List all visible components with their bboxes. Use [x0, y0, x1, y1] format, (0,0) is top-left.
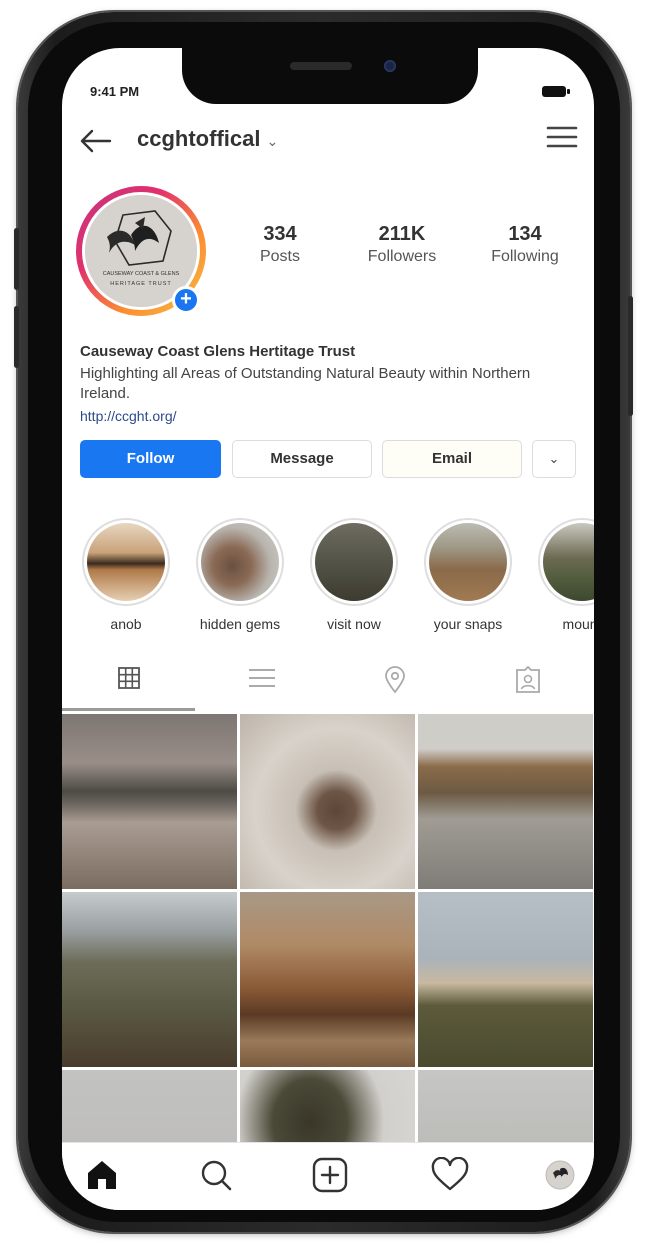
stat-following[interactable]: 134 Following [475, 223, 575, 266]
posts-count: 334 [263, 223, 297, 245]
followers-label: Followers [367, 248, 437, 265]
highlight-thumbnail [315, 523, 393, 601]
highlight-label: your snaps [433, 616, 503, 632]
list-icon [248, 669, 275, 687]
photo-grid [62, 714, 594, 1144]
suggested-dropdown-button[interactable]: ⌄ [532, 440, 576, 478]
phone-screen: 9:41 PM ccghtoffical ⌄ CAUSEWAY COAST & G… [62, 48, 594, 1210]
battery-icon [542, 86, 570, 97]
tagged-icon [515, 666, 540, 693]
highlight-visit-now[interactable]: visit now [306, 518, 402, 632]
back-arrow-icon[interactable] [78, 128, 112, 154]
heart-icon[interactable] [430, 1157, 470, 1193]
highlight-label: anob [110, 616, 142, 632]
grid-post[interactable] [240, 714, 415, 889]
highlight-ring [424, 518, 512, 606]
hamburger-menu-icon[interactable] [546, 124, 578, 150]
speaker [290, 62, 352, 70]
following-count: 134 [508, 223, 542, 245]
power-button [628, 296, 633, 416]
volume-up-button [14, 228, 19, 290]
chevron-down-icon: ⌄ [266, 133, 279, 149]
logo-text-1: CAUSEWAY COAST & GLENS [103, 271, 180, 277]
stat-followers[interactable]: 211K Followers [352, 223, 452, 266]
highlight-ring [310, 518, 398, 606]
highlight-ring [538, 518, 594, 606]
profile-website-link[interactable]: http://ccght.org/ [80, 408, 177, 424]
highlight-label: visit now [327, 616, 381, 632]
grid-post[interactable] [62, 892, 237, 1067]
new-post-icon[interactable] [310, 1157, 350, 1193]
grid-post[interactable] [240, 892, 415, 1067]
highlight-ring [82, 518, 170, 606]
highlight-label: mount [562, 616, 594, 632]
profile-username[interactable]: ccghtoffical ⌄ [137, 126, 278, 152]
grid-post[interactable] [418, 1070, 593, 1144]
highlight-thumbnail [87, 523, 165, 601]
highlight-ring [196, 518, 284, 606]
search-icon[interactable] [196, 1157, 236, 1193]
tab-tagged[interactable] [461, 648, 594, 712]
profile-tabs [62, 648, 594, 712]
grid-icon [117, 667, 140, 689]
tab-location[interactable] [328, 648, 461, 712]
grid-post[interactable] [418, 714, 593, 889]
following-label: Following [491, 248, 559, 265]
grid-post[interactable] [240, 1070, 415, 1144]
tab-grid[interactable] [62, 648, 195, 712]
profile-avatar-icon[interactable] [540, 1157, 580, 1193]
email-button[interactable]: Email [382, 440, 522, 478]
highlight-thumbnail [429, 523, 507, 601]
notch [182, 48, 478, 104]
stat-posts[interactable]: 334 Posts [230, 223, 330, 266]
highlight-thumbnail [201, 523, 279, 601]
profile-display-name: Causeway Coast Glens Hertitage Trust [80, 343, 356, 360]
location-pin-icon [384, 666, 405, 694]
active-tab-indicator [62, 708, 195, 711]
posts-label: Posts [259, 248, 300, 265]
profile-bio: Highlighting all Areas of Outstanding Na… [80, 365, 531, 402]
highlight-your-snaps[interactable]: your snaps [420, 518, 516, 632]
highlight-hidden-gems[interactable]: hidden gems [192, 518, 288, 632]
followers-count: 211K [378, 223, 426, 245]
status-time: 9:41 PM [90, 84, 140, 99]
front-camera [384, 60, 396, 72]
tab-list[interactable] [195, 648, 328, 712]
bottom-navigation [62, 1142, 594, 1210]
highlight-thumbnail [543, 523, 594, 601]
logo-text-2: HERITAGE TRUST [110, 281, 171, 287]
grid-post[interactable] [418, 892, 593, 1067]
volume-down-button [14, 306, 19, 368]
highlight-mount[interactable]: mount [534, 518, 594, 632]
add-story-plus-icon[interactable]: + [172, 286, 200, 314]
highlight-label: hidden gems [199, 616, 281, 632]
username-text: ccghtoffical [137, 126, 261, 151]
grid-post[interactable] [62, 714, 237, 889]
highlight-anob[interactable]: anob [78, 518, 174, 632]
follow-button[interactable]: Follow [80, 440, 221, 478]
grid-post[interactable] [62, 1070, 237, 1144]
home-icon[interactable] [82, 1157, 122, 1193]
message-button[interactable]: Message [232, 440, 372, 478]
